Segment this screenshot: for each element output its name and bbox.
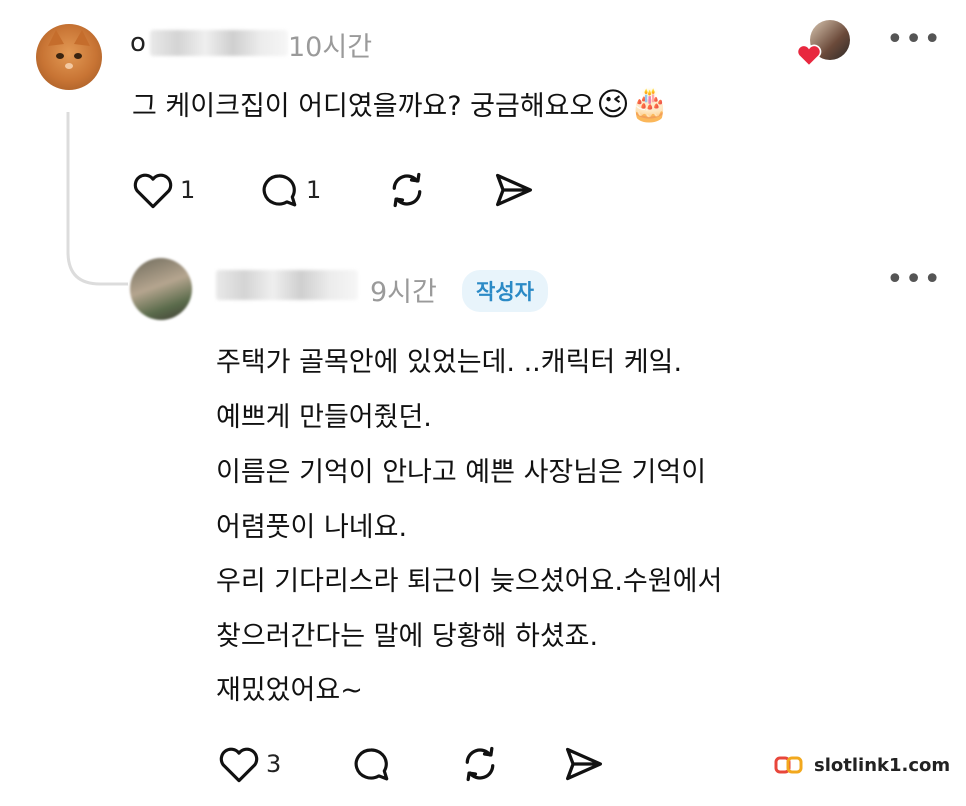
reply-bubble-icon xyxy=(262,174,297,207)
comment-repost-button[interactable] xyxy=(385,170,429,214)
reply-like-button[interactable]: 3 xyxy=(218,744,281,784)
reply-username-blurred[interactable] xyxy=(216,270,358,300)
reply-line: 찾으러간다는 말에 당황해 하셨죠. xyxy=(216,621,599,652)
reply-time: 9시간 xyxy=(370,277,437,308)
repost-icon xyxy=(465,746,495,782)
commenter-avatar[interactable] xyxy=(36,24,102,90)
heart-filled-icon xyxy=(796,44,822,67)
watermark: slotlink1.com xyxy=(766,748,954,782)
reply-line: 이름은 기억이 안나고 예쁜 사장님은 기억이 xyxy=(216,457,707,488)
commenter-username-blurred xyxy=(150,30,288,56)
reply-repost-button[interactable] xyxy=(458,744,502,788)
reply-share-button[interactable] xyxy=(562,744,606,788)
reply-bubble-icon xyxy=(354,748,389,781)
heart-icon xyxy=(219,747,259,783)
repost-icon xyxy=(392,172,422,208)
wink-emoji-icon: 😉 xyxy=(596,84,630,123)
comment-time: 10시간 xyxy=(288,32,373,63)
cake-emoji-icon: 🎂 xyxy=(629,84,670,123)
slotlink-logo-icon xyxy=(774,756,803,774)
reply-author-avatar[interactable] xyxy=(130,258,192,320)
reply-like-count: 3 xyxy=(266,750,282,778)
reply-more-button[interactable]: ••• xyxy=(886,262,942,297)
comment-text: 그 케이크집이 어디였을까요? 궁금해요오 😉 🎂 xyxy=(132,84,670,123)
comment-reply-count: 1 xyxy=(306,176,322,204)
watermark-text: slotlink1.com xyxy=(814,754,951,776)
comment-reply-button[interactable]: 1 xyxy=(258,170,321,210)
reply-line: 재밌었어요~ xyxy=(216,675,363,706)
comment-more-button[interactable]: ••• xyxy=(886,22,942,57)
cat-face-icon xyxy=(48,30,90,69)
heart-icon xyxy=(133,173,173,209)
send-icon xyxy=(496,173,532,207)
comment-text-body: 그 케이크집이 어디였을까요? 궁금해요오 xyxy=(132,91,595,122)
thread-connector-line xyxy=(66,112,128,286)
send-icon xyxy=(566,747,602,781)
comment-like-button[interactable]: 1 xyxy=(132,170,195,210)
comment-like-count: 1 xyxy=(180,176,196,204)
reply-line: 우리 기다리스라 퇴근이 늦으셨어요.수원에서 xyxy=(216,566,723,597)
reply-line: 주택가 골목안에 있었는데. ..캐릭터 케잌. xyxy=(216,347,683,378)
comment-share-button[interactable] xyxy=(492,170,536,214)
commenter-username[interactable]: o xyxy=(130,28,146,58)
author-badge: 작성자 xyxy=(462,270,548,312)
reply-line: 예쁘게 만들어줬던. xyxy=(216,402,432,433)
reply-reply-button[interactable] xyxy=(350,744,392,788)
reply-line: 어렴풋이 나네요. xyxy=(216,512,408,543)
